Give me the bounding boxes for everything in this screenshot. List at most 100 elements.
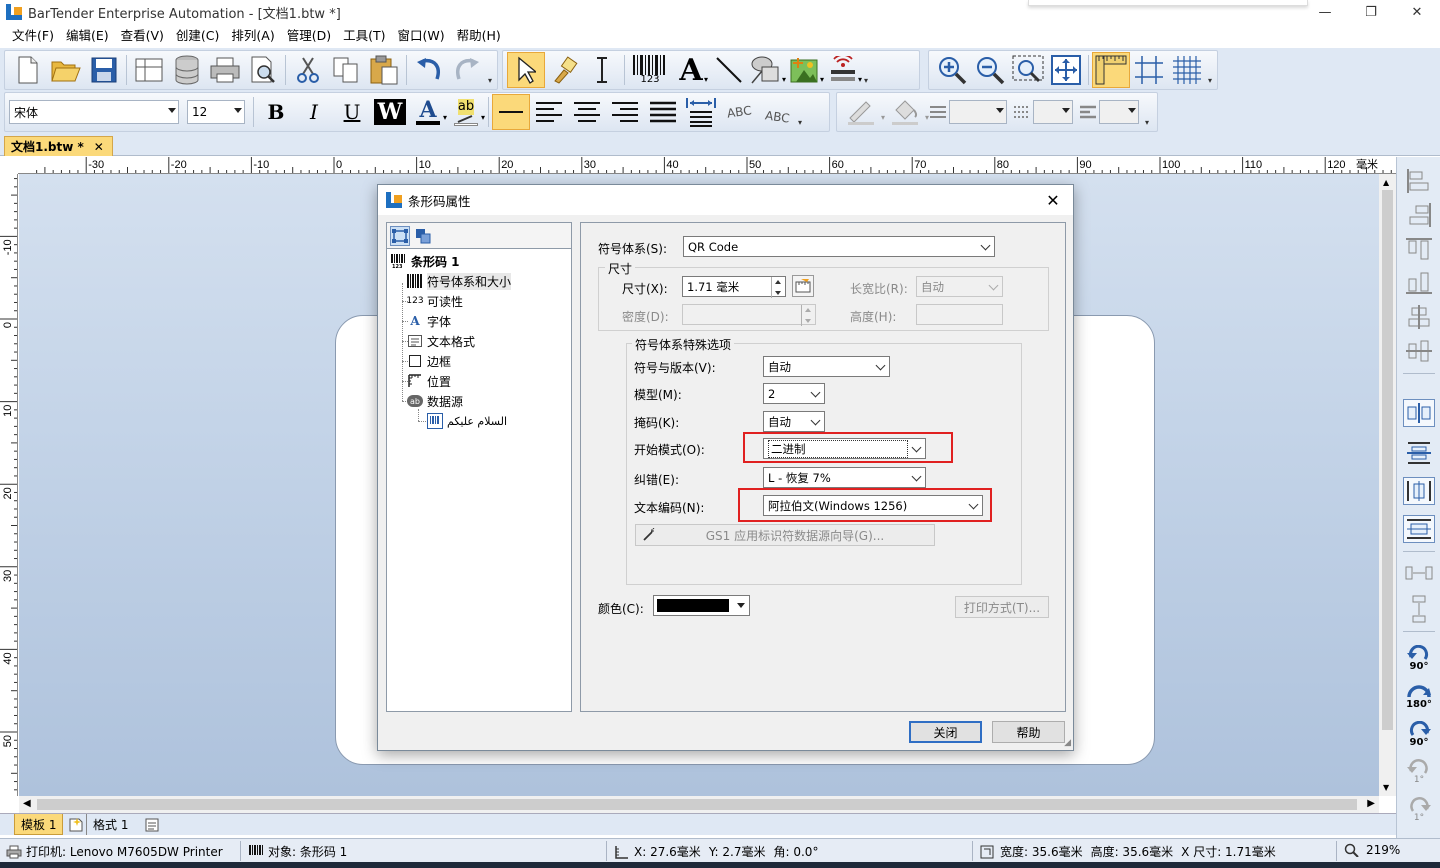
view-objects-icon[interactable] [390,226,410,246]
shape-tool-icon[interactable]: ▾ [748,52,786,88]
save-icon[interactable] [85,52,123,88]
zoom-in-icon[interactable] [933,52,971,88]
horizontal-scrollbar[interactable]: ◀ ▶ [19,796,1379,813]
format-painter-icon[interactable] [545,52,583,88]
align-left-icon[interactable] [530,94,568,130]
toolbar-overflow-icon[interactable]: ▾ [1143,97,1151,127]
close-tab-icon[interactable]: ✕ [94,140,104,154]
tree-item-position[interactable]: 位置 [407,372,451,390]
dialog-close-button[interactable]: ✕ [1041,189,1065,211]
gs1-wizard-button[interactable]: GS1 应用标识符数据源向导(G)... [635,524,935,546]
tree-item-border[interactable]: 边框 [407,352,451,370]
view-layers-icon[interactable] [413,226,433,246]
spinner-arrows-icon[interactable] [771,277,785,298]
menu-edit[interactable]: 编辑(E) [60,24,115,48]
size-calculator-button[interactable] [792,275,814,297]
distribute-horizontal-icon[interactable] [1403,477,1435,505]
align-right-icon[interactable] [606,94,644,130]
toolbar-overflow-icon[interactable]: ▾ [796,97,804,127]
close-window-button[interactable]: ✕ [1394,0,1440,24]
menu-window[interactable]: 窗口(W) [392,24,451,48]
aspect-ratio-select[interactable]: 自动 [916,276,1003,297]
bold-button[interactable]: B [257,94,295,130]
scroll-thumb[interactable] [37,799,1357,810]
model-select[interactable]: 2 [763,383,825,404]
no-alignment-icon[interactable] [492,94,530,130]
menu-help[interactable]: 帮助(H) [451,24,507,48]
tab-template[interactable]: 模板 1 [14,814,64,835]
print-icon[interactable] [206,52,244,88]
scroll-right-icon[interactable]: ▶ [1367,798,1375,809]
select-pointer-icon[interactable] [507,52,545,88]
line-tool-icon[interactable] [710,52,748,88]
font-name-combo[interactable]: 宋体 [9,100,179,124]
align-center-vertical-icon[interactable] [1403,337,1435,365]
menu-view[interactable]: 查看(V) [115,24,170,48]
italic-button[interactable]: I [295,94,333,130]
cut-icon[interactable] [289,52,327,88]
tree-item-symbology[interactable]: 符号体系和大小 [407,272,512,290]
snap-guides-icon[interactable] [1130,52,1168,88]
scroll-up-icon[interactable]: ▲ [1383,178,1389,187]
menu-file[interactable]: 文件(F) [6,24,60,48]
text-arc-up-icon[interactable]: ABC [720,94,758,130]
tree-item-barcode-root[interactable]: 123 条形码 1 [391,252,460,270]
density-spinner[interactable] [682,304,816,326]
menu-create[interactable]: 创建(C) [170,24,225,48]
highlight-color-button[interactable]: ab ▾ [447,94,485,130]
align-center-icon[interactable] [568,94,606,130]
page-setup-icon[interactable] [130,52,168,88]
wordart-button[interactable]: W [371,94,409,130]
new-icon[interactable] [9,52,47,88]
barcode-tool-icon[interactable]: 123 [628,52,672,88]
text-tool-icon[interactable]: A ▾ [672,52,710,88]
database-icon[interactable] [168,52,206,88]
rfid-tool-icon[interactable]: ▾ [824,52,862,88]
rotate-90-ccw-icon[interactable]: 90° [1403,641,1435,675]
picture-tool-icon[interactable]: ▾ [786,52,824,88]
align-left-edges-icon[interactable] [1403,167,1435,195]
text-cursor-icon[interactable] [583,52,621,88]
restore-button[interactable]: ❐ [1348,0,1394,24]
menu-arrange[interactable]: 排列(A) [225,24,280,48]
scroll-left-icon[interactable]: ◀ [23,798,31,809]
grid-icon[interactable] [1168,52,1206,88]
print-method-button[interactable]: 打印方式(T)... [955,596,1049,618]
redo-icon[interactable] [448,52,486,88]
document-tab[interactable]: 文档1.btw * ✕ [4,136,113,156]
fit-text-width-icon[interactable] [682,94,720,130]
show-rulers-icon[interactable] [1092,52,1130,88]
toolbar-overflow-icon[interactable]: ▾ [862,55,870,85]
resize-grip-icon[interactable]: ◢ [1064,738,1071,748]
toolbar-overflow-icon[interactable]: ▾ [1206,55,1214,85]
status-zoom[interactable]: 219% [1344,843,1400,857]
mask-select[interactable]: 自动 [763,411,825,432]
symbology-select[interactable]: QR Code [683,236,995,257]
align-bottom-edges-icon[interactable] [1403,269,1435,297]
tree-item-data-source[interactable]: ab 数据源 [407,392,463,410]
center-horizontal-page-icon[interactable] [1403,399,1435,427]
justify-icon[interactable] [644,94,682,130]
border-style-combo[interactable] [1099,100,1139,124]
make-same-height-icon[interactable] [1403,595,1435,623]
tree-item-readability[interactable]: 123 可读性 [406,292,463,310]
open-folder-icon[interactable] [47,52,85,88]
line-style-combo[interactable] [1033,100,1073,124]
print-preview-icon[interactable] [244,52,282,88]
line-color-icon[interactable]: ▾ [841,94,885,130]
copy-icon[interactable] [327,52,365,88]
line-width-combo[interactable] [949,100,1007,124]
scroll-down-icon[interactable]: ▼ [1383,783,1389,792]
toolbar-overflow-icon[interactable]: ▾ [486,55,494,85]
rotate-90-cw-icon[interactable]: 90° [1403,717,1435,751]
align-center-horizontal-icon[interactable] [1403,303,1435,331]
minimize-button[interactable]: — [1302,0,1348,24]
menu-tools[interactable]: 工具(T) [337,24,391,48]
tree-item-text-format[interactable]: 文本格式 [407,332,475,350]
center-vertical-page-icon[interactable] [1403,439,1435,467]
underline-button[interactable]: U [333,94,371,130]
rotate-180-icon[interactable]: 180° [1403,679,1435,713]
version-select[interactable]: 自动 [763,356,890,377]
error-correction-select[interactable]: L - 恢复 7% [763,467,926,488]
rotate-1-ccw-icon[interactable]: 1° [1403,755,1435,789]
